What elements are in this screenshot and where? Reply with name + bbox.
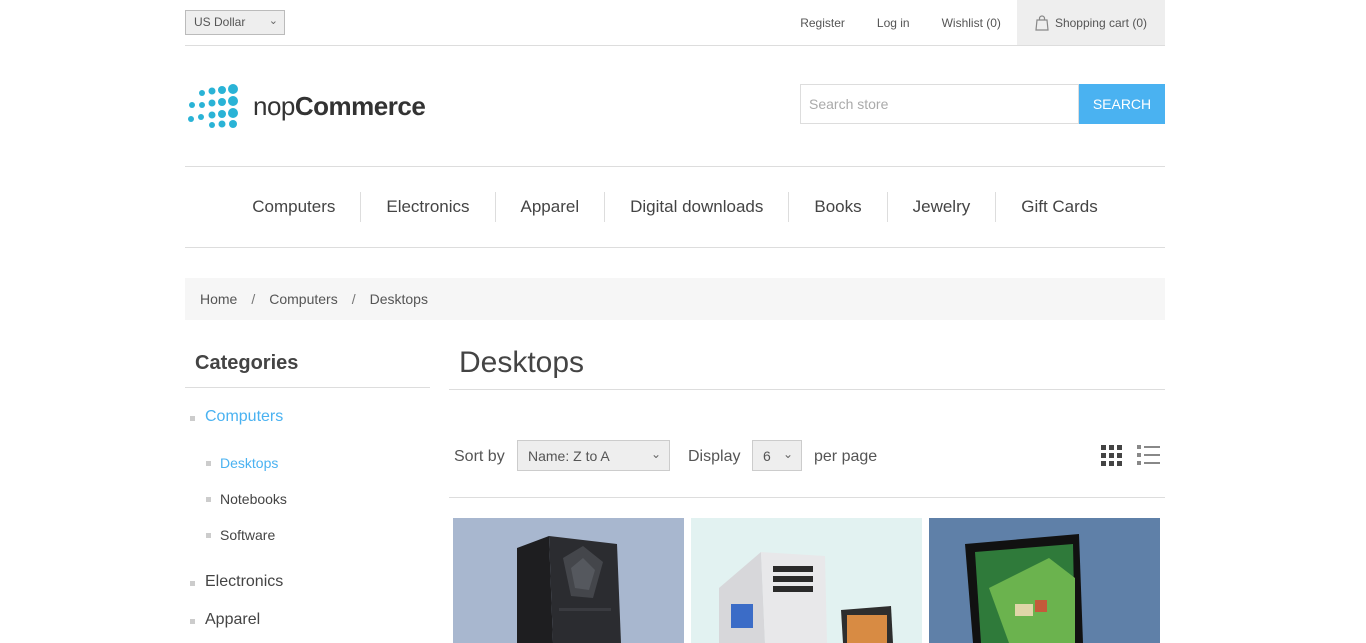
shopping-bag-icon — [1035, 14, 1049, 31]
logo-text-prefix: nop — [253, 90, 295, 121]
list-view-icon[interactable] — [1137, 445, 1160, 466]
all-in-one-pc-image — [965, 534, 1083, 643]
breadcrumb: Home / Computers / Desktops — [185, 278, 1165, 320]
subcategory-notebooks[interactable]: Notebooks — [185, 491, 430, 507]
category-sidebar: Categories Computers Desktops Notebooks … — [185, 340, 430, 629]
desktop-tower-image — [517, 536, 621, 643]
nav-item-books[interactable]: Books — [788, 192, 886, 222]
breadcrumb-current: Desktops — [369, 291, 428, 307]
wishlist-link[interactable]: Wishlist (0) — [942, 16, 1001, 30]
nav-item-digital-downloads[interactable]: Digital downloads — [604, 192, 788, 222]
currency-select[interactable]: US Dollar ⌄ — [185, 10, 285, 35]
currency-value: US Dollar — [194, 15, 246, 29]
nav-item-electronics[interactable]: Electronics — [360, 192, 494, 222]
chevron-down-icon: ⌄ — [782, 447, 793, 461]
logo-text: nopCommerce — [253, 90, 426, 122]
chevron-down-icon: ⌄ — [268, 15, 278, 27]
login-link[interactable]: Log in — [877, 16, 910, 30]
page-title: Desktops — [449, 340, 1165, 390]
page-size-select[interactable]: 6 ⌄ — [752, 440, 802, 471]
logo-dots-icon — [188, 84, 238, 128]
chevron-down-icon: ⌄ — [650, 447, 661, 461]
breadcrumb-separator: / — [251, 291, 256, 307]
nav-item-gift-cards[interactable]: Gift Cards — [995, 192, 1123, 222]
breadcrumb-separator: / — [351, 291, 356, 307]
display-label: Display — [688, 448, 741, 465]
nav-item-computers[interactable]: Computers — [227, 192, 360, 222]
product-selectors: Sort by Name: Z to A ⌄ Display 6 ⌄ per p… — [449, 440, 1165, 498]
categories-heading: Categories — [185, 340, 430, 388]
register-link[interactable]: Register — [800, 16, 845, 30]
search-input[interactable]: Search store — [800, 84, 1079, 124]
grid-view-icon[interactable] — [1101, 445, 1122, 466]
header-links: Register Log in Wishlist (0) Shopping ca… — [784, 0, 1165, 45]
header-top-bar: US Dollar ⌄ Register Log in Wishlist (0)… — [185, 0, 1165, 46]
shopping-cart-link[interactable]: Shopping cart (0) — [1016, 0, 1165, 45]
category-apparel[interactable]: Apparel — [185, 611, 430, 629]
logo-text-suffix: Commerce — [294, 90, 426, 121]
desktop-pc-image — [719, 552, 893, 643]
search-box: Search store SEARCH — [800, 84, 1165, 124]
per-page-label: per page — [814, 448, 878, 465]
breadcrumb-home[interactable]: Home — [200, 291, 237, 307]
product-image[interactable] — [453, 518, 684, 643]
product-grid — [453, 518, 1167, 643]
top-menu: Computers Electronics Apparel Digital do… — [185, 166, 1165, 248]
nav-item-apparel[interactable]: Apparel — [494, 192, 605, 222]
search-button[interactable]: SEARCH — [1079, 84, 1165, 124]
product-image[interactable] — [691, 518, 922, 643]
shopping-cart-label: Shopping cart (0) — [1054, 15, 1147, 30]
site-logo[interactable]: nopCommerce — [185, 84, 426, 128]
category-computers[interactable]: Computers — [185, 408, 430, 426]
sort-by-select[interactable]: Name: Z to A ⌄ — [517, 440, 670, 471]
product-image[interactable] — [929, 518, 1160, 643]
subcategory-desktops[interactable]: Desktops — [185, 455, 430, 471]
sort-by-label: Sort by — [454, 448, 505, 465]
subcategory-software[interactable]: Software — [185, 527, 430, 543]
nav-item-jewelry[interactable]: Jewelry — [886, 192, 996, 222]
page-size-value: 6 — [763, 448, 771, 464]
sort-by-value: Name: Z to A — [528, 448, 610, 464]
category-electronics[interactable]: Electronics — [185, 573, 430, 591]
breadcrumb-computers[interactable]: Computers — [269, 291, 337, 307]
category-page: Desktops Sort by Name: Z to A ⌄ Display … — [449, 340, 1165, 498]
